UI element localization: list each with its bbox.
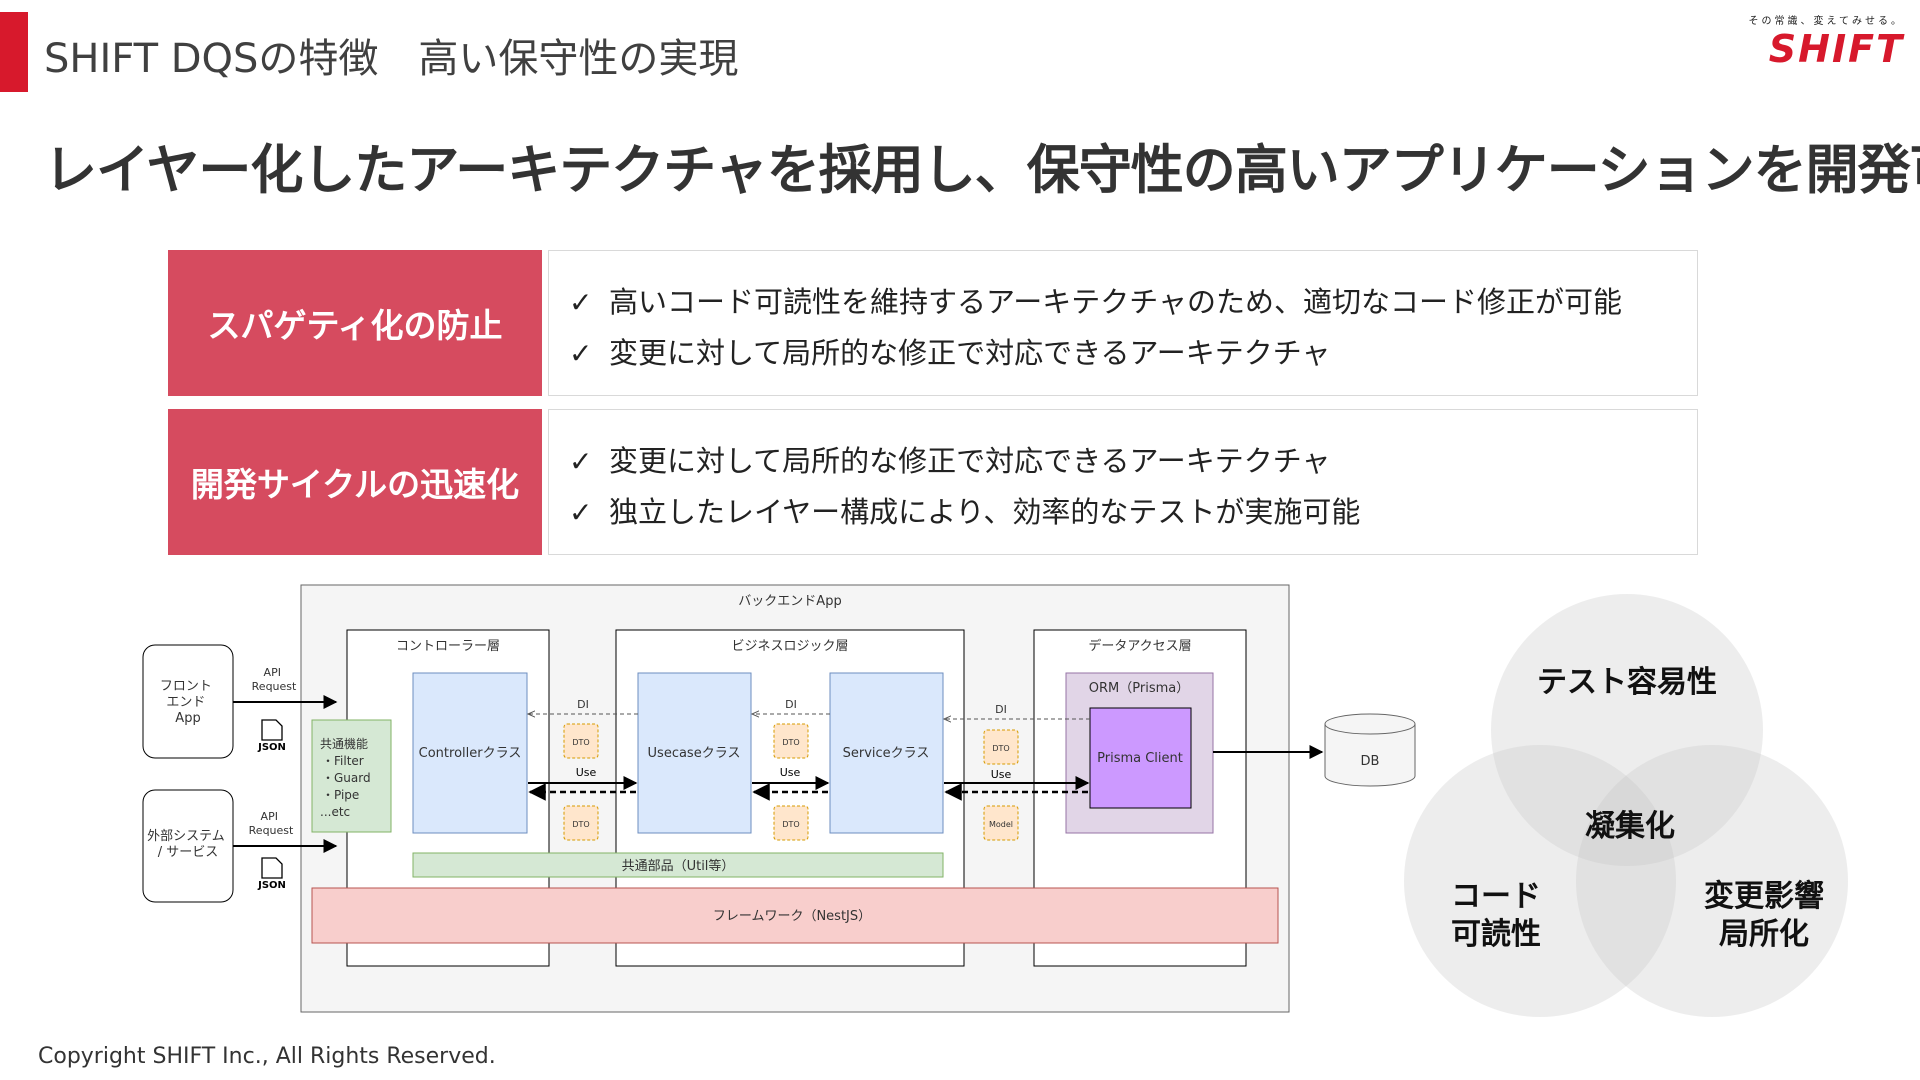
api-request-line: API xyxy=(264,666,281,679)
external-system-label: 外部システム / サービス xyxy=(147,829,229,860)
json-label: JSON xyxy=(257,880,286,891)
framework-label: フレームワーク（NestJS） xyxy=(713,909,871,924)
venn-label-line: 可読性 xyxy=(1451,917,1541,952)
use-label: Use xyxy=(991,768,1012,781)
venn-label-cohesion: 凝集化 xyxy=(1585,809,1675,844)
dto-badge: DTO xyxy=(563,723,599,759)
prisma-client-label: Prisma Client xyxy=(1097,751,1183,766)
venn-label-line: 局所化 xyxy=(1719,917,1809,952)
venn-label-line: コード xyxy=(1451,879,1541,914)
dto-badge: DTO xyxy=(983,729,1019,765)
venn-label-locality: 変更影響 局所化 xyxy=(1680,878,1848,954)
use-label: Use xyxy=(576,766,597,779)
frontend-app-line: フロント xyxy=(160,679,212,694)
di-label: DI xyxy=(577,698,589,711)
db-cylinder: DB xyxy=(1324,713,1416,787)
dto-badge: DTO xyxy=(773,723,809,759)
svg-text:DTO: DTO xyxy=(572,820,589,829)
svg-text:Model: Model xyxy=(989,820,1013,829)
api-request-label: API Request xyxy=(252,666,297,693)
venn-label-test: テスト容易性 xyxy=(1537,665,1717,700)
service-class-label: Serviceクラス xyxy=(843,746,930,761)
data-access-layer-title: データアクセス層 xyxy=(1088,638,1191,654)
svg-text:DTO: DTO xyxy=(992,744,1009,753)
db-label: DB xyxy=(1361,754,1380,769)
dto-badge: DTO xyxy=(773,805,809,841)
json-document-icon: JSON xyxy=(257,857,286,891)
svg-text:DTO: DTO xyxy=(782,820,799,829)
usecase-class-label: Usecaseクラス xyxy=(648,746,741,761)
api-request-line: API xyxy=(261,810,278,823)
venn-label-readability: コード 可読性 xyxy=(1404,878,1588,954)
di-label: DI xyxy=(995,703,1007,716)
controller-class-label: Controllerクラス xyxy=(419,746,522,761)
di-label: DI xyxy=(785,698,797,711)
common-parts-label: 共通部品（Util等） xyxy=(622,858,735,874)
common-functions-line: 共通機能 xyxy=(320,736,368,751)
common-functions-line: ・Filter xyxy=(322,754,364,768)
api-request-label: API Request xyxy=(249,810,294,837)
api-request-line: Request xyxy=(249,824,294,837)
svg-text:DTO: DTO xyxy=(572,738,589,747)
json-document-icon: JSON xyxy=(257,719,286,753)
frontend-app-line: App xyxy=(175,711,200,726)
copyright: Copyright SHIFT Inc., All Rights Reserve… xyxy=(38,1044,496,1069)
model-badge: Model xyxy=(983,805,1019,841)
common-functions-line: ...etc xyxy=(320,805,350,819)
common-functions-line: ・Guard xyxy=(322,771,371,785)
external-system-line: 外部システム xyxy=(147,829,225,844)
business-layer-title: ビジネスロジック層 xyxy=(731,639,848,654)
orm-label: ORM（Prisma） xyxy=(1089,681,1189,696)
json-label: JSON xyxy=(257,742,286,753)
dto-badge: DTO xyxy=(563,805,599,841)
common-functions-line: ・Pipe xyxy=(322,788,359,802)
controller-layer-title: コントローラー層 xyxy=(396,639,500,654)
external-system-line: / サービス xyxy=(158,845,219,860)
venn-label-line: 変更影響 xyxy=(1704,879,1824,914)
svg-text:DTO: DTO xyxy=(782,738,799,747)
use-label: Use xyxy=(780,766,801,779)
frontend-app-line: エンド xyxy=(166,695,205,710)
backend-title: バックエンドApp xyxy=(738,594,841,609)
api-request-line: Request xyxy=(252,680,297,693)
